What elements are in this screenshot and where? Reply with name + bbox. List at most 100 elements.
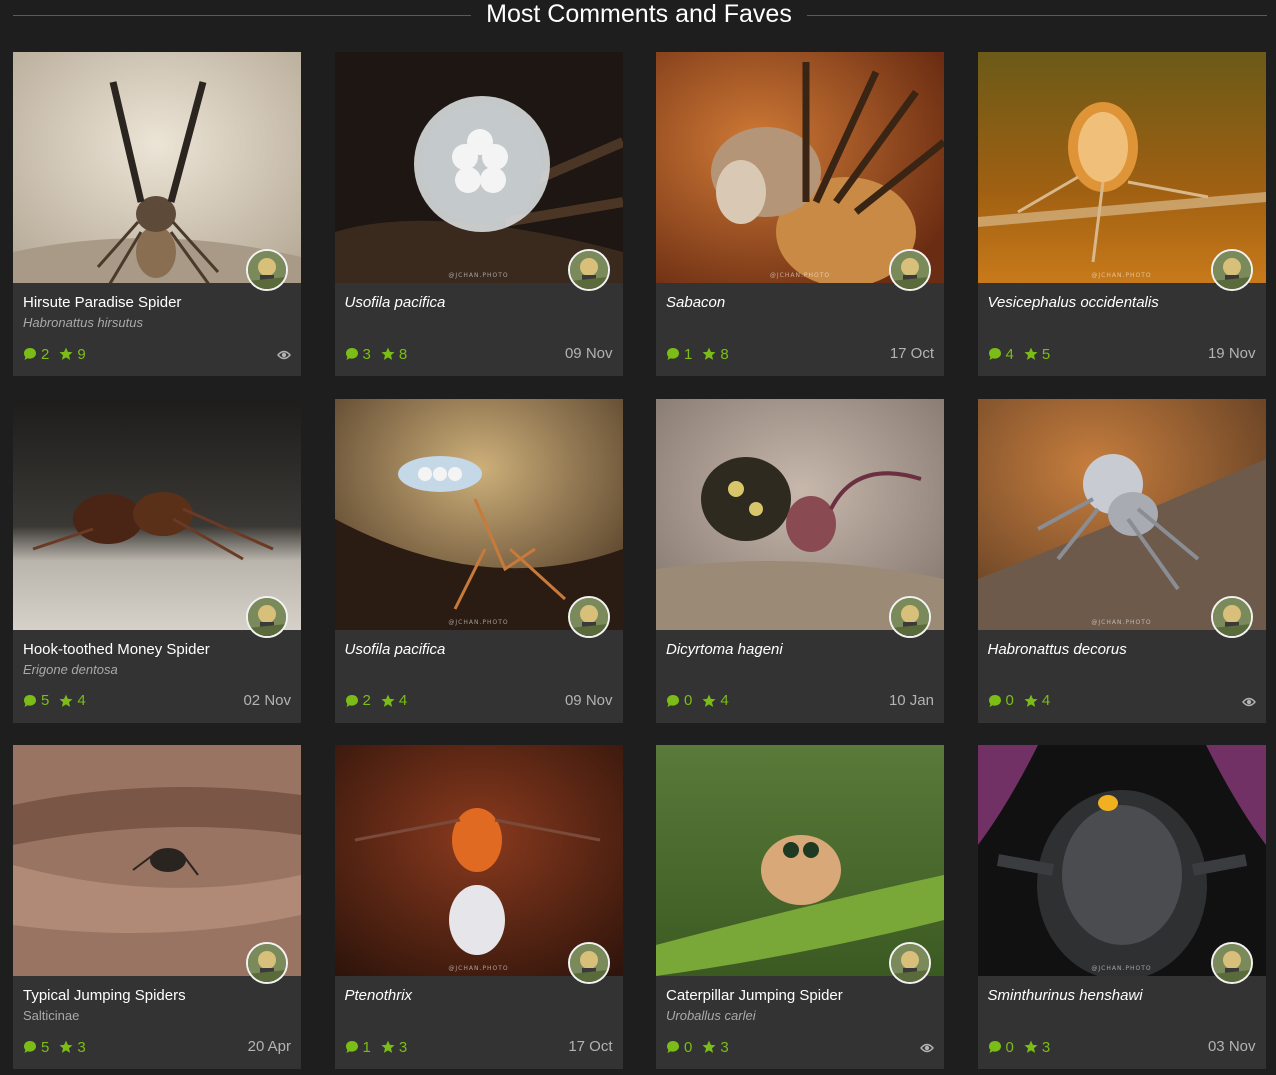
photo-thumbnail[interactable]: @JCHAN.PHOTO (977, 745, 1266, 976)
comment-icon (345, 1040, 359, 1054)
comment-count: 5 (41, 692, 50, 709)
photo-title[interactable]: Usofila pacifica (345, 293, 565, 313)
fave-count: 4 (398, 692, 408, 709)
avatar[interactable] (567, 595, 610, 638)
photo-stats: 1 8 (666, 345, 739, 363)
avatar[interactable] (246, 942, 288, 984)
photo-title[interactable]: Dicyrtoma hageni (666, 640, 886, 660)
photo-title[interactable]: Habronattus decorus (988, 640, 1208, 660)
star-icon (1024, 1040, 1038, 1054)
photo-stats: 1 3 (345, 1038, 418, 1056)
star-icon (381, 347, 395, 361)
photo-title[interactable]: Hook-toothed Money Spider (23, 640, 243, 660)
photo-title[interactable]: Caterpillar Jumping Spider (666, 986, 886, 1006)
avatar[interactable] (1210, 942, 1253, 984)
star-icon (381, 1040, 395, 1054)
photo-title[interactable]: Hirsute Paradise Spider (23, 293, 243, 313)
comment-count: 0 (1005, 1038, 1014, 1056)
fave-count: 3 (77, 1038, 86, 1056)
photo-title[interactable]: Typical Jumping Spiders (23, 986, 243, 1006)
photo-grid: Hirsute Paradise Spider Habronattus hirs… (13, 52, 1266, 1069)
comment-icon (23, 347, 37, 361)
photo-card[interactable]: @JCHAN.PHOTO Usofila pacifica 2 4 09 Nov (334, 398, 623, 723)
avatar[interactable] (889, 942, 931, 984)
photo-thumbnail[interactable] (656, 398, 944, 630)
comment-count: 1 (684, 345, 693, 363)
eye-icon (920, 1041, 934, 1053)
photo-card[interactable]: @JCHAN.PHOTO Sminthurinus henshawi 0 3 0… (977, 745, 1266, 1069)
comment-icon (345, 347, 359, 361)
photo-subtitle: Habronattus hirsutus (23, 315, 143, 330)
comment-icon (988, 694, 1002, 708)
photo-thumbnail[interactable]: @JCHAN.PHOTO (656, 52, 944, 283)
photo-thumbnail[interactable] (13, 52, 301, 283)
avatar[interactable] (246, 249, 288, 291)
comment-icon (666, 694, 680, 708)
photo-stats: 0 4 (988, 692, 1061, 710)
avatar[interactable] (1210, 595, 1253, 638)
fave-count: 4 (720, 692, 729, 709)
photo-subtitle: Erigone dentosa (23, 661, 118, 677)
comment-count: 2 (362, 692, 371, 709)
comment-count: 0 (684, 692, 693, 709)
photo-thumbnail[interactable]: @JCHAN.PHOTO (334, 398, 623, 630)
photo-card[interactable]: @JCHAN.PHOTO Habronattus decorus 0 4 (977, 398, 1266, 723)
photo-card[interactable]: @JCHAN.PHOTO Vesicephalus occidentalis 4… (977, 52, 1266, 376)
photo-thumbnail[interactable]: @JCHAN.PHOTO (977, 52, 1266, 283)
star-icon (59, 347, 73, 361)
fave-count: 4 (77, 692, 86, 709)
star-icon (59, 1040, 73, 1054)
avatar[interactable] (246, 595, 288, 638)
avatar[interactable] (1210, 249, 1253, 291)
photo-thumbnail[interactable] (13, 398, 301, 630)
photo-title[interactable]: Vesicephalus occidentalis (988, 293, 1208, 313)
avatar[interactable] (567, 249, 610, 291)
header-divider-left (13, 15, 471, 16)
avatar[interactable] (889, 249, 931, 291)
photo-date: 17 Oct (889, 345, 934, 362)
comment-icon (666, 347, 680, 361)
star-icon (702, 1040, 716, 1054)
avatar[interactable] (889, 595, 931, 638)
comment-icon (666, 1040, 680, 1054)
photo-title[interactable]: Sabacon (666, 293, 886, 313)
photo-card[interactable]: @JCHAN.PHOTO Ptenothrix 1 3 17 Oct (334, 745, 623, 1069)
photo-card[interactable]: Dicyrtoma hageni 0 4 10 Jan (656, 398, 944, 723)
photo-card[interactable]: Typical Jumping Spiders Salticinae 5 3 2… (13, 745, 301, 1069)
comment-count: 3 (362, 345, 371, 363)
fave-count: 8 (398, 345, 408, 363)
photo-thumbnail[interactable]: @JCHAN.PHOTO (977, 398, 1266, 630)
photo-title[interactable]: Ptenothrix (345, 986, 565, 1006)
section-title: Most Comments and Faves (486, 0, 792, 28)
photo-subtitle: Salticinae (23, 1008, 80, 1023)
photo-card[interactable]: @JCHAN.PHOTO Usofila pacifica 3 8 09 Nov (334, 52, 623, 376)
fave-count: 8 (720, 345, 729, 363)
photo-card[interactable]: Hook-toothed Money Spider Erigone dentos… (13, 398, 301, 723)
photo-thumbnail[interactable]: @JCHAN.PHOTO (334, 745, 623, 976)
photo-card[interactable]: Hirsute Paradise Spider Habronattus hirs… (13, 52, 301, 376)
photo-card[interactable]: Caterpillar Jumping Spider Uroballus car… (656, 745, 944, 1069)
photo-date: 02 Nov (243, 691, 291, 709)
header-divider-right (807, 15, 1267, 16)
eye-icon (1241, 695, 1256, 707)
photo-thumbnail[interactable]: @JCHAN.PHOTO (334, 52, 623, 283)
fave-count: 4 (1041, 692, 1051, 709)
photo-stats: 0 3 (666, 1038, 739, 1056)
photo-thumbnail[interactable] (656, 745, 944, 976)
star-icon (702, 694, 716, 708)
comment-count: 0 (684, 1038, 693, 1056)
photo-stats: 0 4 (666, 692, 739, 710)
comment-icon (23, 694, 37, 708)
fave-count: 3 (1041, 1038, 1051, 1056)
avatar[interactable] (567, 942, 610, 984)
photo-stats: 2 4 (345, 692, 418, 710)
photo-title[interactable]: Sminthurinus henshawi (988, 986, 1208, 1006)
photo-title[interactable]: Usofila pacifica (345, 640, 565, 660)
photo-date: 09 Nov (564, 345, 613, 362)
comment-icon (23, 1040, 37, 1054)
photo-card[interactable]: @JCHAN.PHOTO Sabacon 1 8 17 Oct (656, 52, 944, 376)
section-header: Most Comments and Faves (0, 0, 1276, 32)
photo-thumbnail[interactable] (13, 745, 301, 976)
photo-stats: 4 5 (988, 345, 1061, 363)
fave-count: 9 (77, 345, 86, 363)
